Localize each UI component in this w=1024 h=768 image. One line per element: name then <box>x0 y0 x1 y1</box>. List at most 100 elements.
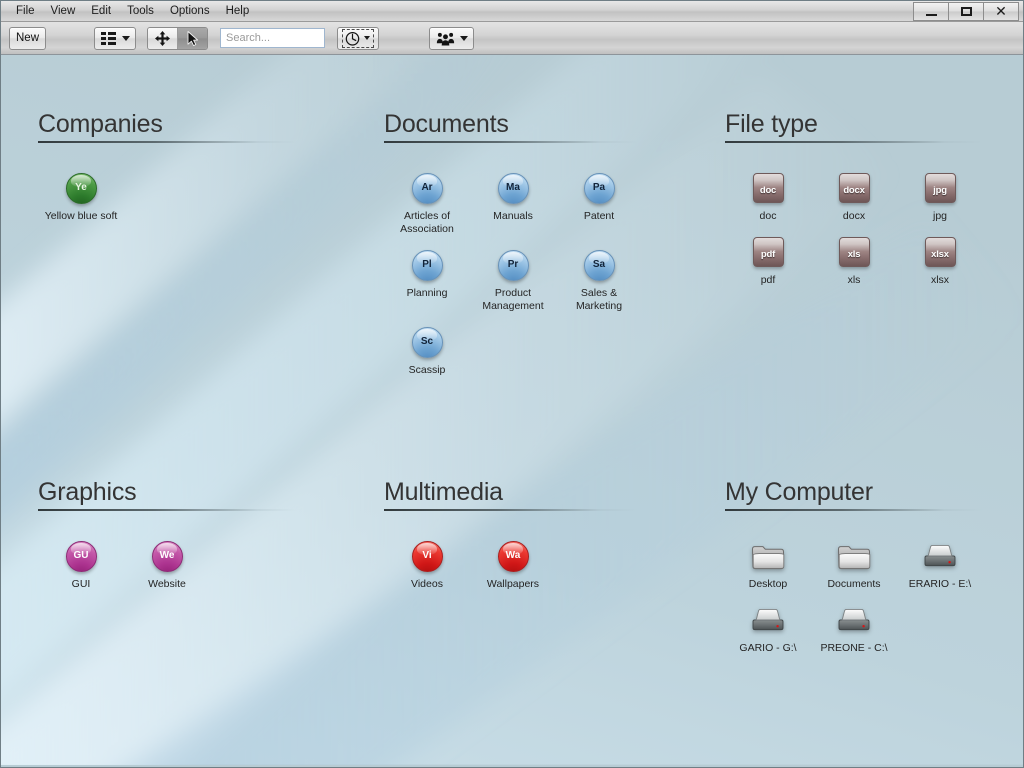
orb-icon-green: Ye <box>65 172 97 204</box>
desktop-item-wallpapers[interactable]: Wa Wallpapers <box>470 537 556 591</box>
group-file-type: File type doc doc docx docx jpg jpg pdf … <box>725 110 983 287</box>
group-items-documents: Ar Articles of Association Ma Manuals Pa… <box>384 143 637 377</box>
menu-item-help[interactable]: Help <box>218 3 258 20</box>
desktop-item-gui[interactable]: GU GUI <box>38 537 124 591</box>
icon-slot <box>751 539 785 573</box>
desktop-item-patent[interactable]: Pa Patent <box>556 169 642 236</box>
file-type-abbr: xlsx <box>931 249 949 260</box>
item-label: Manuals <box>493 210 533 222</box>
item-label: Desktop <box>748 578 788 590</box>
icon-slot: Pr <box>497 248 529 282</box>
desktop-item-yellow-blue-soft[interactable]: Ye Yellow blue soft <box>38 169 124 223</box>
file-type-icon-xls: xls <box>838 237 870 267</box>
desktop-item-product-management[interactable]: Pr Product Management <box>470 246 556 313</box>
item-label: Sales & Marketing <box>575 287 623 312</box>
item-label: GARIO - G:\ <box>739 642 797 654</box>
group-items-my-computer: Desktop Documents ERARIO - E:\ GARIO - G… <box>725 511 983 655</box>
item-label: Scassip <box>408 364 446 376</box>
history-button[interactable] <box>337 26 380 50</box>
menu-item-view[interactable]: View <box>43 3 84 20</box>
group-items-graphics: GU GUI We Website <box>38 511 296 591</box>
close-icon: ✕ <box>995 3 1007 20</box>
desktop-item-xlsx[interactable]: xlsx xlsx <box>897 233 983 287</box>
desktop-item-videos[interactable]: Vi Videos <box>384 537 470 591</box>
icon-slot: We <box>151 539 183 573</box>
file-type-abbr: pdf <box>760 249 776 260</box>
item-label: Videos <box>411 578 443 590</box>
menu-item-file[interactable]: File <box>8 3 43 20</box>
folder-icon <box>751 546 785 570</box>
item-label: ERARIO - E:\ <box>908 578 972 590</box>
pan-tool-button[interactable] <box>148 27 178 49</box>
group-title-my-computer: My Computer <box>725 478 873 506</box>
desktop-canvas[interactable]: Companies Ye Yellow blue soft Graphics G… <box>1 55 1023 766</box>
desktop-item-planning[interactable]: Pl Planning <box>384 246 470 313</box>
item-label: GUI <box>71 578 91 590</box>
icon-slot: xls <box>838 235 870 269</box>
move-arrows-icon <box>155 30 171 46</box>
icon-slot: GU <box>65 539 97 573</box>
column-middle: Documents Ar Articles of Association Ma … <box>349 55 693 766</box>
item-label: Product Management <box>482 287 544 312</box>
item-label: Documents <box>827 578 881 590</box>
search-input[interactable] <box>220 28 326 48</box>
item-label: doc <box>759 210 777 222</box>
group-title-documents: Documents <box>384 110 509 138</box>
file-type-abbr: doc <box>759 185 777 196</box>
desktop-item-docx[interactable]: docx docx <box>811 169 897 223</box>
view-mode-button[interactable] <box>94 26 137 50</box>
icon-slot: Sc <box>411 325 443 359</box>
hard-drive-icon <box>752 608 784 631</box>
chevron-down-icon <box>364 36 371 40</box>
file-type-abbr: xls <box>847 249 861 260</box>
menu-item-edit[interactable]: Edit <box>83 3 119 20</box>
group-people-icon <box>436 32 455 45</box>
item-label: pdf <box>760 274 776 286</box>
orb-icon-blue: Pl <box>411 249 443 281</box>
maximize-button[interactable] <box>948 2 984 21</box>
file-type-icon-doc: doc <box>752 173 784 203</box>
orb-abbr: Wa <box>505 550 521 561</box>
orb-abbr: Sa <box>592 259 606 270</box>
orb-icon-blue: Pa <box>583 172 615 204</box>
desktop-item-documents-folder[interactable]: Documents <box>811 537 897 591</box>
menu-item-tools[interactable]: Tools <box>119 3 162 20</box>
icon-slot: Ma <box>497 171 529 205</box>
orb-abbr: We <box>159 550 175 561</box>
orb-icon-blue: Pr <box>497 249 529 281</box>
desktop-item-articles-of-association[interactable]: Ar Articles of Association <box>384 169 470 236</box>
icon-slot: Sa <box>583 248 615 282</box>
desktop-item-drive-gario[interactable]: GARIO - G:\ <box>725 601 811 655</box>
cursor-arrow-icon <box>187 30 199 46</box>
desktop-item-sales-marketing[interactable]: Sa Sales & Marketing <box>556 246 642 313</box>
new-button[interactable]: New <box>9 26 47 50</box>
group-title-companies: Companies <box>38 110 163 138</box>
desktop-item-website[interactable]: We Website <box>124 537 210 591</box>
desktop-item-xls[interactable]: xls xls <box>811 233 897 287</box>
desktop-item-doc[interactable]: doc doc <box>725 169 811 223</box>
minimize-button[interactable] <box>913 2 949 21</box>
desktop-item-jpg[interactable]: jpg jpg <box>897 169 983 223</box>
close-button[interactable]: ✕ <box>983 2 1019 21</box>
desktop-item-drive-preone[interactable]: PREONE - C:\ <box>811 601 897 655</box>
file-type-icon-jpg: jpg <box>924 173 956 203</box>
desktop-item-manuals[interactable]: Ma Manuals <box>470 169 556 236</box>
icon-slot <box>837 539 871 573</box>
maximize-icon <box>960 7 972 16</box>
select-tool-button[interactable] <box>177 27 208 49</box>
orb-abbr: Ye <box>75 182 87 193</box>
file-type-icon-docx: docx <box>838 173 870 203</box>
desktop-item-drive-erario[interactable]: ERARIO - E:\ <box>897 537 983 591</box>
column-left: Companies Ye Yellow blue soft Graphics G… <box>1 55 349 766</box>
desktop-item-desktop-folder[interactable]: Desktop <box>725 537 811 591</box>
desktop-item-scassip[interactable]: Sc Scassip <box>384 323 470 377</box>
item-label: Patent <box>583 210 615 222</box>
folder-icon <box>837 546 871 570</box>
chevron-down-icon <box>122 35 131 41</box>
icon-slot: Pl <box>411 248 443 282</box>
group-companies: Companies Ye Yellow blue soft <box>38 110 296 223</box>
menu-item-options[interactable]: Options <box>162 3 218 20</box>
contacts-button[interactable] <box>429 26 475 50</box>
application-window: File View Edit Tools Options Help ✕ New <box>0 0 1024 768</box>
desktop-item-pdf[interactable]: pdf pdf <box>725 233 811 287</box>
